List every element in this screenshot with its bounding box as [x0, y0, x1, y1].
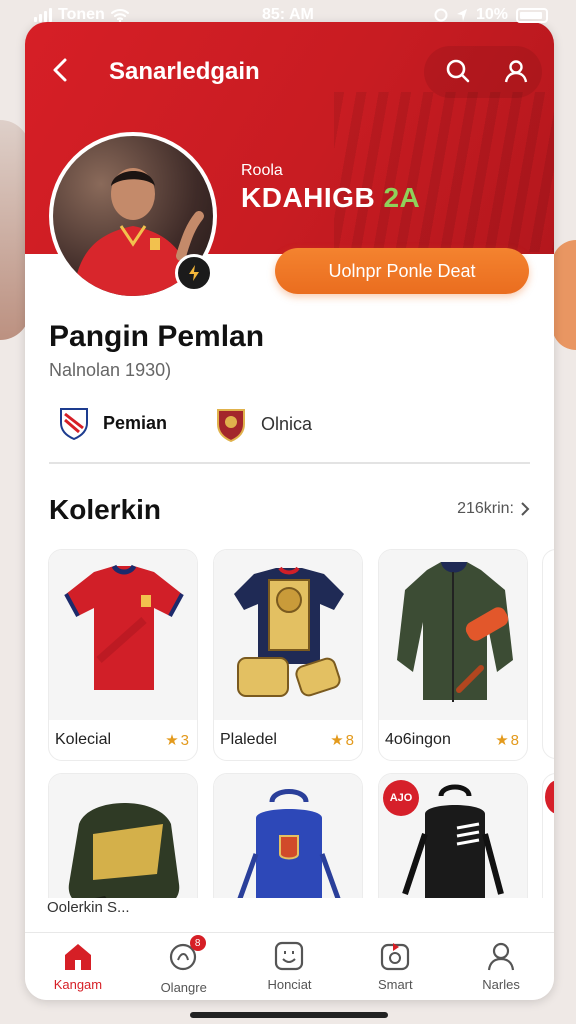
nav-label: Smart [377, 977, 413, 992]
star-icon: ★ [495, 732, 509, 749]
club-label: Pemian [103, 412, 168, 433]
player-subtitle: Nalnolan 1930) [49, 360, 172, 380]
product-image [214, 550, 362, 720]
home-indicator[interactable] [190, 1012, 388, 1018]
action-button[interactable]: Uolnpr Ponle Deat [275, 248, 529, 294]
product-name: Plaledel [220, 731, 277, 748]
divider [49, 462, 530, 464]
status-right: 10% [434, 6, 548, 24]
verified-badge-icon [175, 254, 213, 292]
product-name: 4o6ingon [385, 731, 451, 748]
chat-icon [275, 941, 304, 971]
chevron-right-icon [521, 502, 530, 516]
player-name: Pangin Pemlan [49, 320, 265, 353]
club-crest-icon [217, 409, 245, 442]
alarm-icon [434, 8, 448, 22]
product-image [379, 550, 527, 720]
background-decoration-right [552, 240, 576, 350]
nav-item-profile[interactable]: Narles [448, 933, 554, 1000]
product-card[interactable]: Kolecial ★ 3 [48, 549, 198, 761]
see-all-link[interactable]: 216krin: [457, 500, 530, 518]
green-jacket-icon [397, 562, 513, 702]
nav-label: Kangam [53, 977, 103, 992]
status-bar: Tonen 85: AM 10% [0, 0, 576, 32]
section-title: Kolerkin [49, 494, 162, 525]
nav-item-smart[interactable]: Smart [342, 933, 448, 1000]
star-icon: ★ [330, 732, 344, 749]
rating: ★ 8 [495, 731, 519, 750]
app-screen: Sanarledgain Roola KDAHIGB 2A Uolnpr Pon… [25, 22, 554, 1000]
shield-crest-icon [60, 408, 88, 440]
notification-badge: 8 [189, 935, 206, 951]
product-card[interactable]: 4o6ingon ★ 8 [378, 549, 528, 761]
rating-value: 3 [180, 731, 189, 749]
smart-icon [381, 943, 410, 971]
product-card[interactable]: Plaledel ★ 8 [213, 549, 363, 761]
nav-item-home[interactable]: Kangam [25, 933, 131, 1000]
product-image [49, 550, 197, 720]
carrier-name: Tonen [58, 6, 105, 23]
hero-code-main: KDAHIGB [241, 182, 376, 213]
rating: ★ 3 [165, 731, 189, 750]
back-arrow-icon[interactable] [47, 56, 75, 84]
carrier-group: Tonen [34, 6, 129, 24]
stadium-background [334, 92, 554, 252]
rating-value: 8 [345, 731, 354, 749]
search-icon[interactable] [444, 57, 472, 85]
user-icon[interactable] [502, 57, 530, 85]
gold-armor-kit-icon [234, 566, 344, 697]
section-footer-hint: Oolerkin S... [25, 898, 554, 932]
discount-badge-peek [545, 780, 554, 814]
location-icon [456, 9, 467, 21]
hero-code-accent: 2A [383, 182, 421, 213]
product-meta: Plaledel ★ 8 [214, 720, 362, 760]
battery-percent: 10% [475, 6, 508, 23]
discount-badge: AJO [383, 780, 419, 816]
star-icon: ★ [165, 732, 179, 749]
product-card-peek[interactable] [542, 549, 554, 759]
bottom-nav: Kangam 8 Olangre Honciat Smart Narles [25, 932, 554, 1000]
nav-label: Narles [482, 977, 520, 992]
profile-icon [487, 942, 515, 971]
nav-icon-wrap: 8 [168, 935, 206, 974]
product-name: Kolecial [55, 731, 112, 748]
nav-label: Honciat [267, 977, 312, 992]
club-item[interactable]: Olnica [215, 406, 312, 442]
club-label: Olnica [261, 413, 313, 434]
nav-label: Olangre [160, 980, 207, 995]
nav-item-olangre[interactable]: 8 Olangre [131, 933, 237, 1000]
see-all-label: 216krin: [457, 500, 514, 517]
signal-icon [34, 8, 52, 22]
club-item[interactable]: Pemian [59, 406, 167, 440]
home-icon [64, 944, 91, 970]
rating-value: 8 [510, 731, 519, 749]
wifi-icon [110, 9, 129, 22]
footer-hint-text: Oolerkin S... [47, 899, 130, 916]
hero-label: Roola [241, 162, 283, 179]
clock: 85: AM [262, 6, 314, 23]
hero-code: KDAHIGB 2A [241, 182, 420, 214]
nav-item-chat[interactable]: Honciat [237, 933, 343, 1000]
page-title: Sanarledgain [109, 58, 260, 85]
red-jersey-icon [64, 564, 184, 690]
product-meta: Kolecial ★ 3 [49, 720, 197, 760]
rating: ★ 8 [330, 731, 354, 750]
product-meta: 4o6ingon ★ 8 [379, 720, 527, 760]
battery-icon [516, 7, 548, 23]
